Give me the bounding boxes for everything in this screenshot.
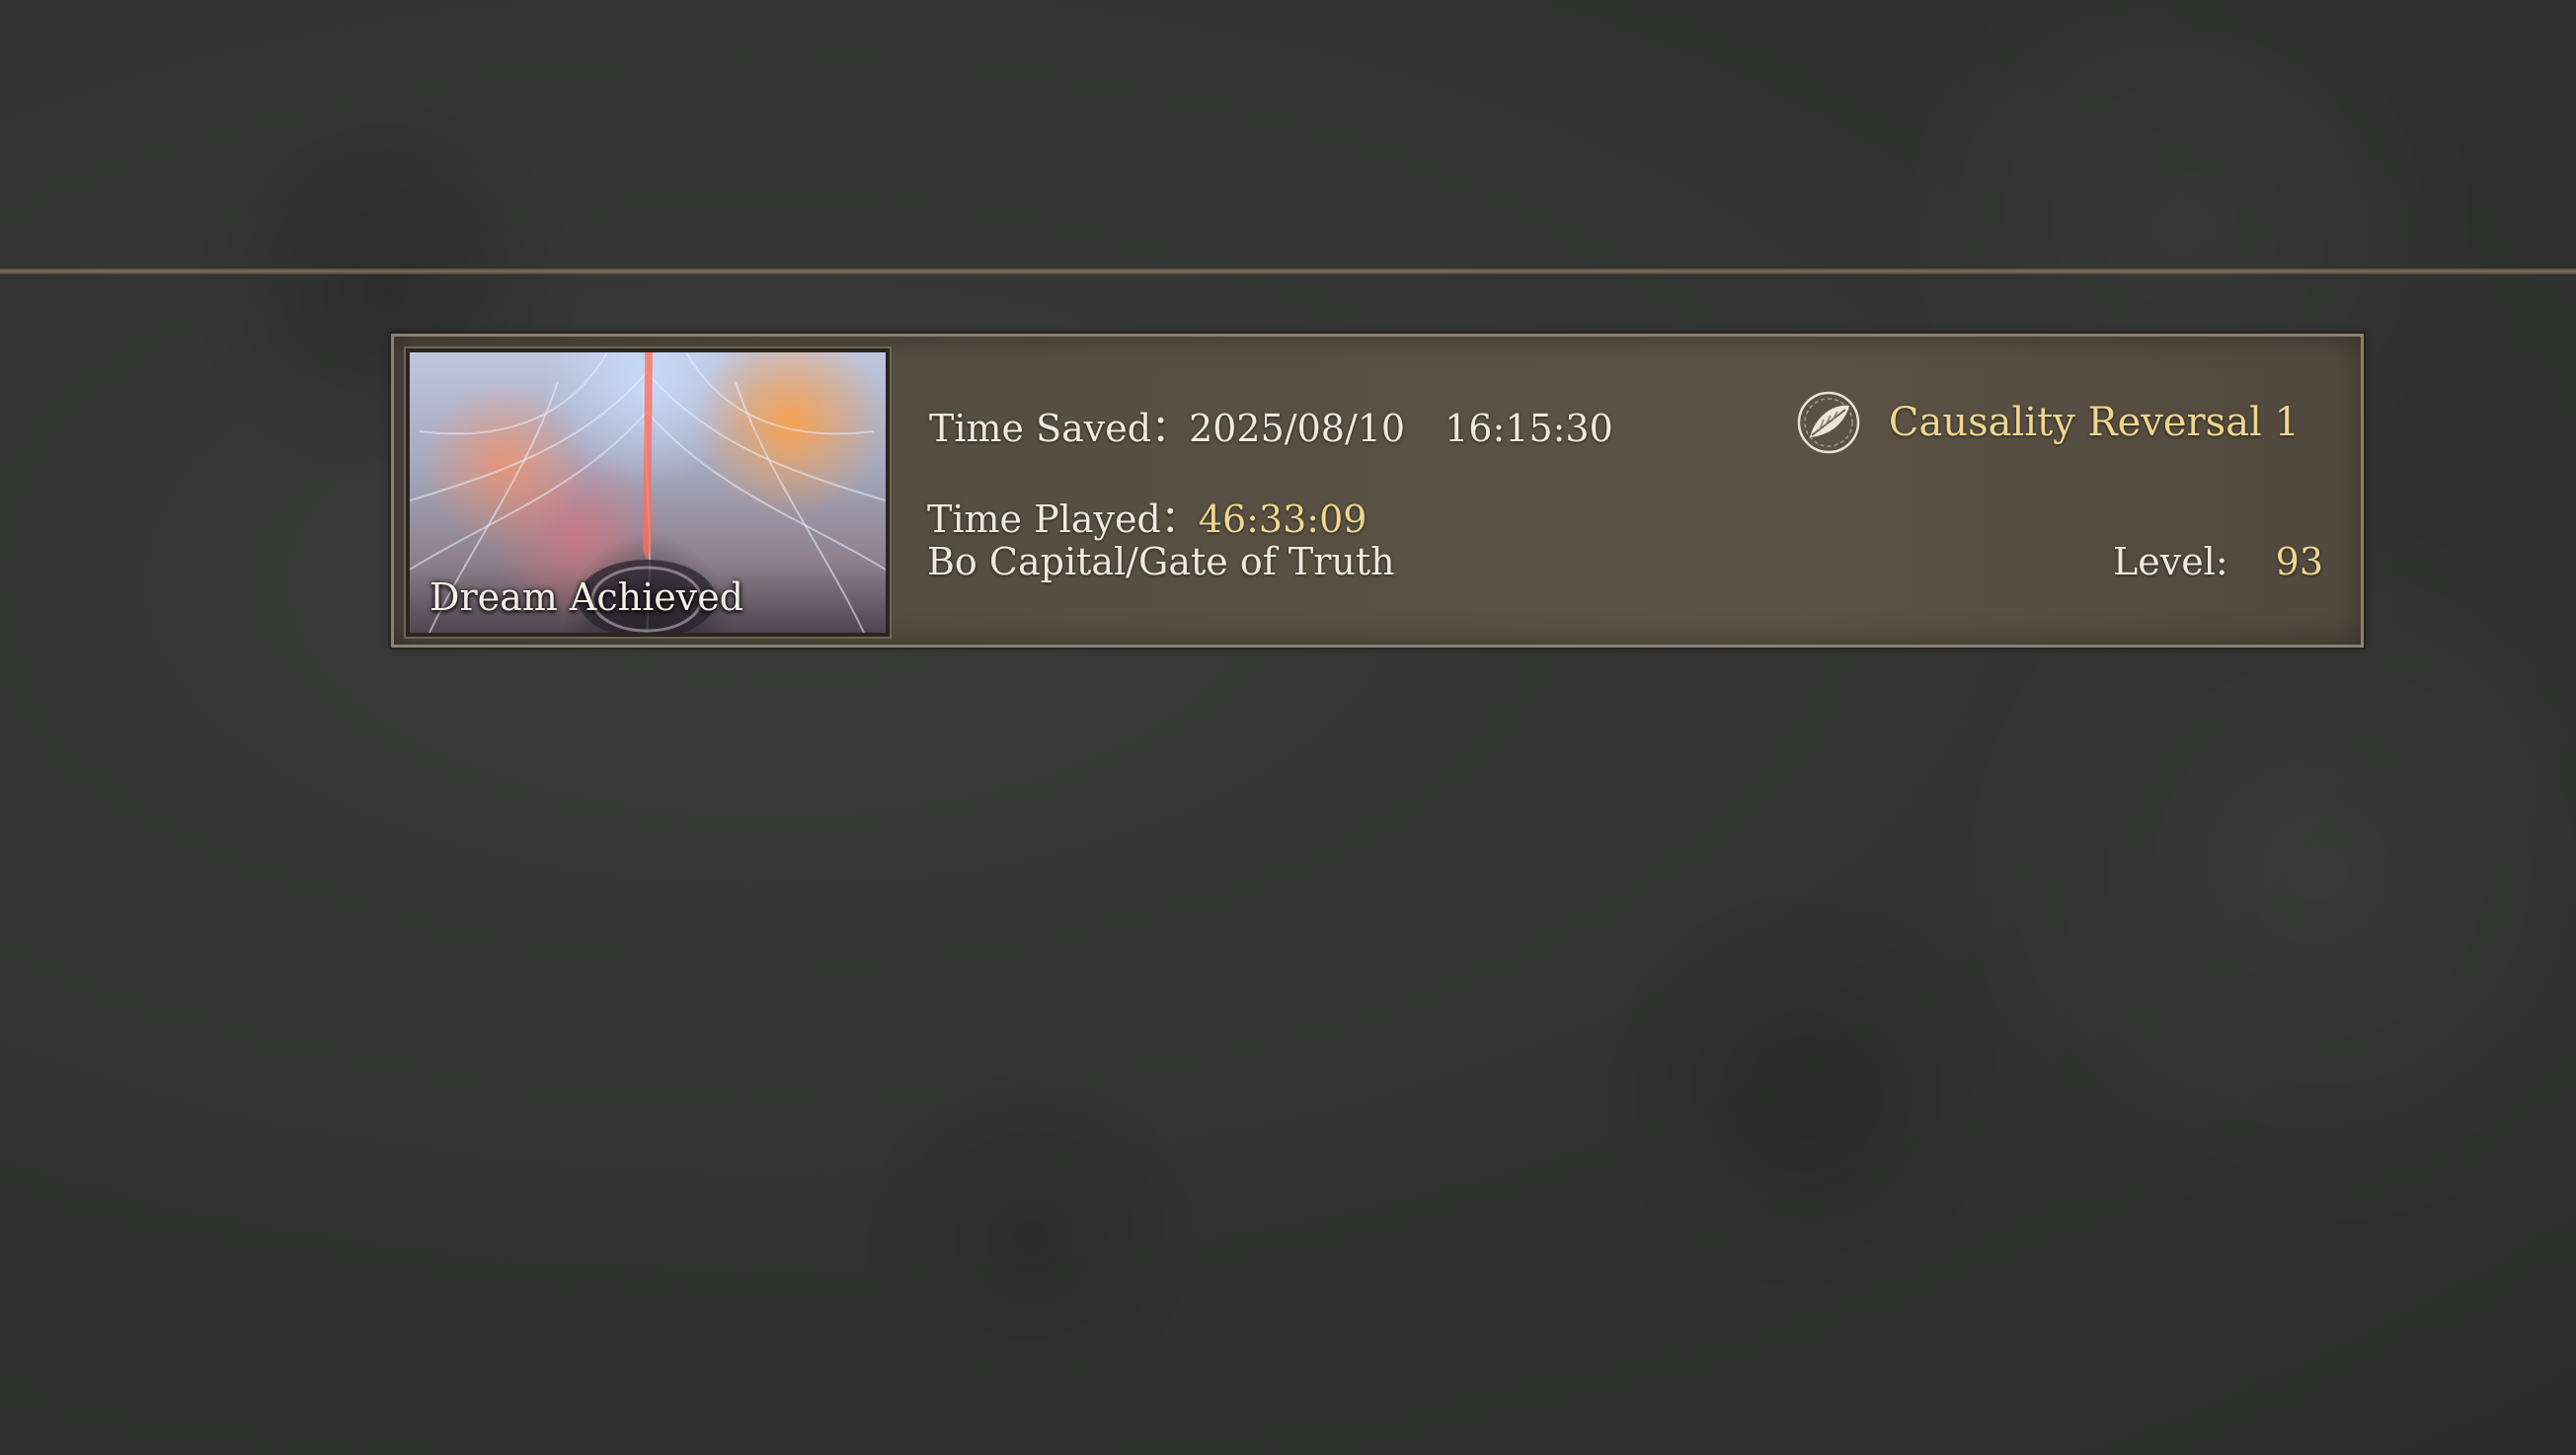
difficulty-badge: Causality Reversal 1 [1796, 390, 2300, 455]
header-divider [0, 268, 2576, 274]
feather-seal-icon [1797, 391, 1860, 454]
level-label: Level: [2113, 540, 2228, 583]
time-played-row: Time Played：46:33:09 [927, 489, 1366, 543]
level-row: Level: 93 [2113, 540, 2323, 583]
background-texture [0, 0, 2576, 1455]
time-saved-row: Time Saved：2025/08/10 16:15:30 [929, 398, 1613, 452]
thumbnail-caption: Dream Achieved [429, 575, 744, 619]
time-saved-label: Time Saved： [929, 407, 1190, 450]
difficulty-label: Causality Reversal 1 [1888, 400, 2300, 445]
level-value: 93 [2275, 540, 2323, 583]
time-played-value: 46:33:09 [1198, 498, 1367, 541]
save-thumbnail: Dream Achieved [404, 346, 892, 639]
location-text: Bo Capital/Gate of Truth [927, 540, 1395, 583]
time-saved-date: 2025/08/10 [1189, 407, 1406, 450]
save-slot-card[interactable]: Dream Achieved Time Saved：2025/08/10 16:1… [389, 332, 2366, 650]
time-saved-time: 16:15:30 [1444, 407, 1613, 450]
time-played-label: Time Played： [927, 498, 1199, 541]
